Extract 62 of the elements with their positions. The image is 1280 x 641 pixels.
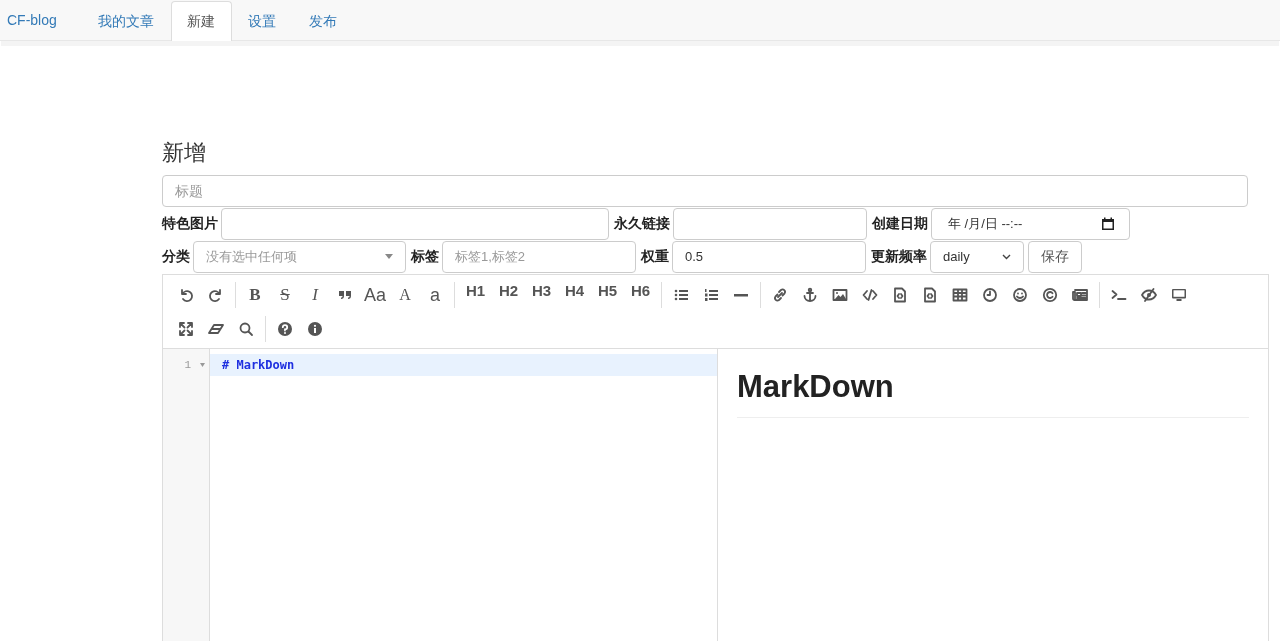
chevron-icon [1002,253,1011,260]
toolbar-button[interactable]: H3 [525,276,558,306]
nav-tab[interactable]: 新建 [170,1,232,41]
nav-tab[interactable]: 设置 [231,1,293,41]
copyright-icon[interactable] [1042,287,1058,303]
numbered-list-icon[interactable] [703,287,719,303]
nav-tab[interactable]: 发布 [292,1,354,41]
field-label: 创建日期 [872,214,928,233]
preview-heading: MarkDown [737,369,1249,418]
toolbar-button[interactable]: H6 [624,276,657,306]
redo-icon[interactable] [208,287,224,303]
clock-icon[interactable] [982,287,998,303]
newspaper-icon[interactable] [1072,287,1088,303]
frequency-dropdown[interactable]: daily [930,240,1024,273]
field-label: 权重 [641,247,669,266]
toolbar-button[interactable]: B [240,280,270,310]
image-icon[interactable] [832,287,848,303]
page-heading: 新增 [162,139,207,167]
code-file-icon[interactable] [892,287,908,303]
eraser-icon[interactable] [208,321,224,337]
field-label: 永久链接 [614,214,670,233]
smiley-icon[interactable] [1012,287,1028,303]
code-icon[interactable] [862,287,878,303]
toolbar-button[interactable]: H1 [459,276,492,306]
toolbar-button[interactable]: H2 [492,276,525,306]
terminal-icon[interactable] [1111,287,1127,303]
eye-slash-icon[interactable] [1141,287,1157,303]
caret-icon [385,254,393,259]
toolbar-button[interactable]: S [270,280,300,310]
search-icon[interactable] [238,321,254,337]
monitor-icon[interactable] [1171,287,1187,303]
toolbar-button[interactable]: A [390,280,420,310]
field-label: 标签 [411,247,439,266]
bulleted-list-icon[interactable] [673,287,689,303]
line-number: 1 [184,359,191,371]
input-field[interactable] [673,207,867,240]
brand-link[interactable]: CF-blog [0,0,64,40]
help-icon[interactable] [277,321,293,337]
anchor-icon[interactable] [802,287,818,303]
input-field[interactable] [221,207,609,240]
toolbar-button[interactable]: H5 [591,276,624,306]
calendar-icon [1101,216,1115,231]
info-icon[interactable] [307,321,323,337]
nav-tab[interactable]: 我的文章 [81,1,171,41]
fold-caret-icon[interactable] [200,363,205,367]
fullscreen-icon[interactable] [178,321,194,337]
save-button[interactable]: 保存 [1028,240,1082,273]
input-field[interactable]: 0.5 [672,240,866,273]
toolbar-button[interactable]: a [420,280,450,310]
field-label: 分类 [162,247,190,266]
undo-icon[interactable] [178,287,194,303]
title-field[interactable]: 标题 [162,175,1248,207]
link-icon[interactable] [772,287,788,303]
input-field[interactable]: 标签1,标签2 [442,240,636,273]
code-file-icon[interactable] [922,287,938,303]
toolbar-button[interactable]: Aa [360,280,390,310]
field-label: 特色图片 [162,214,218,233]
table-icon[interactable] [952,287,968,303]
field-label: 更新频率 [871,247,927,266]
date-field[interactable]: 年 /月/日 --:-- [931,207,1130,240]
toolbar-button[interactable]: H4 [558,276,591,306]
toolbar-button[interactable]: I [300,280,330,310]
